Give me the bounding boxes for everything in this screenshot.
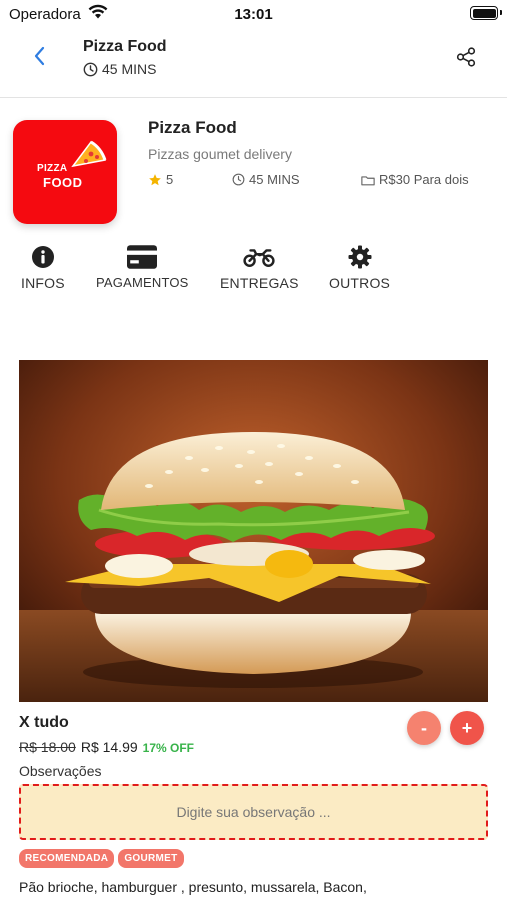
clock-icon (83, 62, 98, 76)
star-icon (149, 173, 161, 185)
product-image[interactable] (19, 360, 488, 702)
old-price: R$ 18.00 (19, 739, 76, 755)
clock: 13:01 (234, 6, 273, 23)
restaurant-rating: 5 (148, 172, 173, 187)
decrease-quantity-button[interactable]: - (407, 711, 441, 745)
observations-input[interactable]: Digite sua observação ... (19, 784, 488, 840)
wallet-icon (361, 175, 375, 185)
rating-value: 5 (166, 172, 174, 187)
share-icon[interactable] (455, 46, 477, 68)
delivery-time-value: 45 MINS (249, 172, 300, 187)
increase-quantity-button[interactable]: + (450, 711, 484, 745)
observations-label: Observações (19, 763, 102, 779)
tab-outros[interactable]: OUTROS (329, 245, 390, 291)
logo-text-line1: PIZZA (37, 163, 68, 174)
nav-title: Pizza Food (83, 38, 167, 55)
clock-icon (232, 173, 245, 186)
tag-recomendada: RECOMENDADA (19, 849, 115, 868)
battery-icon (470, 6, 498, 20)
logo-text-line2: FOOD (43, 175, 83, 190)
product-tags: RECOMENDADA GOURMET (19, 849, 184, 868)
discount-badge: 17% OFF (142, 741, 195, 755)
product-ingredients: Pão brioche, hamburguer , presunto, muss… (19, 879, 367, 895)
status-bar: Operadora 13:01 (0, 0, 507, 30)
tab-infos[interactable]: INFOS (21, 245, 65, 291)
battery-level (472, 8, 496, 18)
tag-gourmet: GOURMET (118, 849, 184, 868)
gear-icon (348, 245, 372, 269)
pizza-slice-icon (71, 140, 107, 168)
tab-pagamentos[interactable]: PAGAMENTOS (96, 245, 189, 290)
tab-label: PAGAMENTOS (96, 275, 189, 290)
price-range-value: R$30 Para dois (379, 172, 469, 187)
info-icon (31, 246, 54, 268)
product-name: X tudo (19, 714, 69, 731)
restaurant-name: Pizza Food (148, 118, 237, 137)
nav-subtitle: 45 MINS (83, 61, 156, 77)
tab-entregas[interactable]: ENTREGAS (220, 245, 299, 291)
chevron-left-icon[interactable] (28, 44, 52, 68)
restaurant-logo: PIZZA FOOD (13, 120, 117, 224)
motorcycle-icon (243, 249, 275, 267)
restaurant-delivery-time: 45 MINS (232, 172, 300, 187)
tab-label: ENTREGAS (220, 275, 299, 291)
price-row: R$ 18.00 R$ 14.99 17% OFF (19, 739, 194, 755)
nav-delivery-time: 45 MINS (102, 61, 157, 77)
credit-card-icon (127, 245, 158, 269)
new-price: R$ 14.99 (80, 739, 138, 755)
restaurant-price-range: R$30 Para dois (361, 172, 469, 187)
restaurant-description: Pizzas goumet delivery (148, 146, 292, 162)
tab-label: OUTROS (329, 275, 391, 291)
nav-header: Pizza Food 45 MINS (0, 30, 507, 98)
battery-cap (500, 10, 502, 15)
tab-label: INFOS (21, 275, 65, 291)
